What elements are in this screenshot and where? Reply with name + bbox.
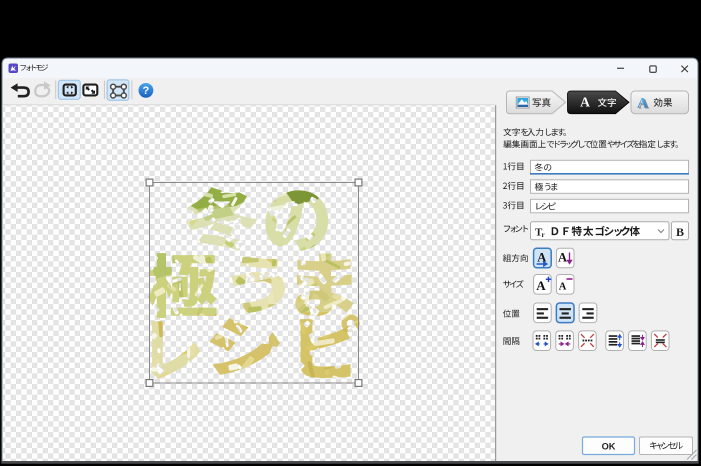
svg-text:A: A: [559, 282, 567, 293]
svg-text:A: A: [580, 95, 590, 110]
svg-text:?: ?: [143, 85, 150, 97]
svg-text:A: A: [637, 96, 648, 112]
svg-text:r: r: [542, 231, 545, 239]
svg-text:B: B: [676, 225, 684, 239]
svg-text:A: A: [536, 278, 546, 293]
svg-text:A: A: [558, 251, 567, 265]
svg-text:OK: OK: [602, 442, 616, 452]
